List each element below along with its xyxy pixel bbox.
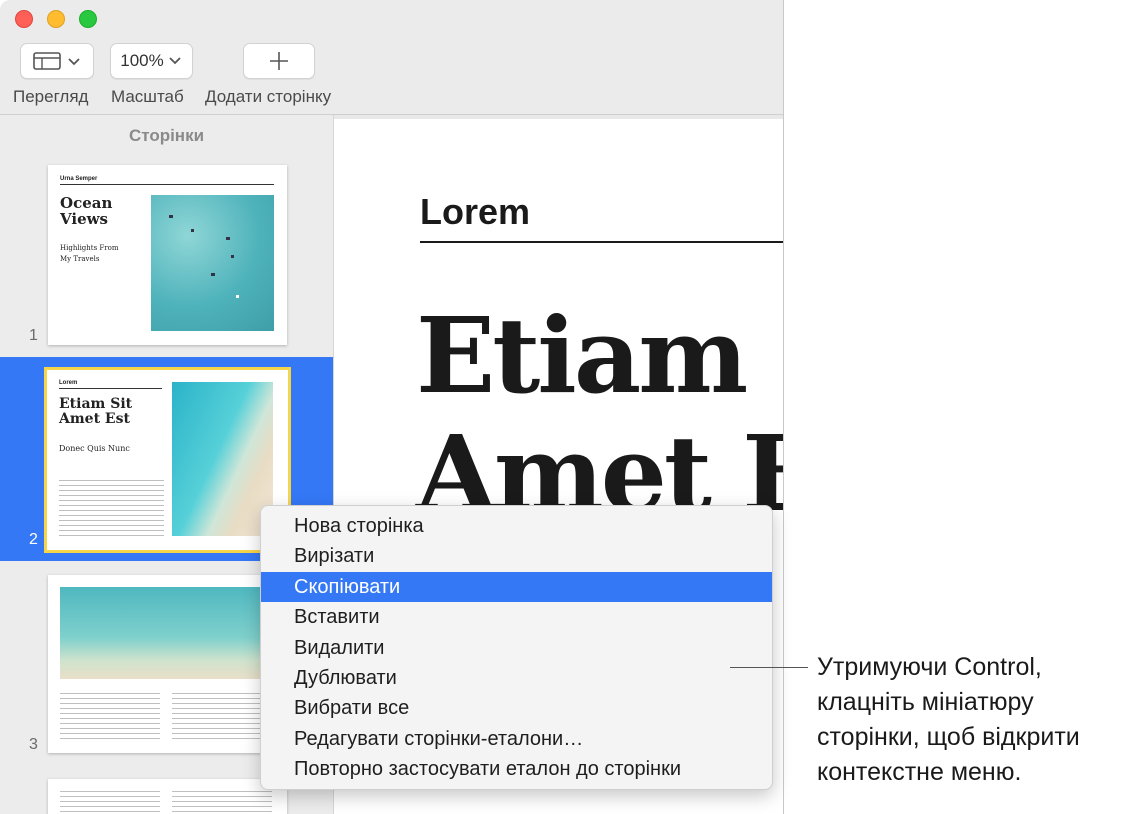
page-thumbnail-2[interactable]: Lorem Etiam Sit Amet Est Donec Quis Nunc — [44, 367, 291, 553]
zoom-label: Масштаб — [111, 87, 184, 106]
page-number: 2 — [29, 531, 38, 548]
thumb-kicker: Urna Semper — [60, 176, 98, 182]
thumb-body-text — [59, 480, 164, 538]
callout-line-2: клацніть мініатюру — [817, 688, 1034, 716]
coast-photo — [60, 587, 274, 679]
thumb-title: Ocean Views — [60, 194, 113, 228]
plus-icon — [270, 52, 288, 70]
callout-line — [730, 667, 808, 668]
thumb-title: Etiam Sit Amet Est — [59, 396, 133, 427]
toolbar: Перегляд 100% Масштаб Додати сторінку — [0, 0, 783, 115]
page-thumbnail-3[interactable] — [48, 575, 287, 753]
thumb-subtitle: Donec Quis Nunc — [59, 444, 130, 453]
callout-text: Утримуючи Control, клацніть мініатюру ст… — [817, 650, 1080, 790]
thumb-body-text-right — [172, 791, 272, 814]
ocean-photo — [151, 195, 274, 331]
chevron-down-icon — [169, 57, 181, 65]
zoom-button[interactable]: 100% — [110, 43, 193, 79]
thumb-body-text-left — [60, 693, 160, 743]
page-number: 3 — [29, 736, 38, 753]
thumb-kicker: Lorem — [59, 380, 78, 386]
sidebar-view-icon — [33, 52, 80, 70]
zoom-value: 100% — [120, 51, 164, 70]
callout-line-1: Утримуючи Control, — [817, 653, 1042, 681]
menu-item-duplicate[interactable]: Дублювати — [261, 663, 772, 693]
menu-item-reapply-master[interactable]: Повторно застосувати еталон до сторінки — [261, 754, 772, 784]
minimize-button[interactable] — [47, 10, 65, 28]
thumb-rule — [60, 184, 274, 185]
heading-rule — [420, 241, 783, 243]
close-button[interactable] — [15, 10, 33, 28]
menu-item-select-all[interactable]: Вибрати все — [261, 693, 772, 723]
thumb-body-text-left — [60, 791, 160, 814]
callout-line-4: контекстне меню. — [817, 758, 1022, 786]
thumb-rule — [59, 388, 162, 389]
view-button[interactable] — [20, 43, 94, 79]
menu-item-cut[interactable]: Вирізати — [261, 541, 772, 571]
menu-item-edit-master-pages[interactable]: Редагувати сторінки-еталони… — [261, 724, 772, 754]
page-number: 1 — [29, 327, 38, 344]
beach-photo — [172, 382, 273, 536]
menu-item-paste[interactable]: Вставити — [261, 602, 772, 632]
add-page-label: Додати сторінку — [205, 87, 332, 106]
thumb-body-text-right — [172, 693, 272, 743]
add-page-button[interactable] — [243, 43, 315, 79]
menu-item-new-page[interactable]: Нова сторінка — [261, 511, 772, 541]
menu-item-copy[interactable]: Скопіювати — [261, 571, 772, 603]
document-heading: Lorem — [420, 191, 531, 232]
view-label: Перегляд — [13, 87, 89, 106]
menu-item-delete[interactable]: Видалити — [261, 633, 772, 663]
thumb-subtitle: Highlights From My Travels — [60, 244, 119, 263]
callout-line-3: сторінки, щоб відкрити — [817, 723, 1080, 751]
page-thumbnail-4[interactable] — [48, 779, 287, 814]
context-menu: Нова сторінка Вирізати Скопіювати Встави… — [260, 505, 773, 790]
document-title-line-1: Etiam S — [416, 294, 783, 417]
zoom-window-button[interactable] — [79, 10, 97, 28]
document-title: Etiam S Amet E — [416, 294, 783, 533]
sidebar-title: Сторінки — [128, 126, 205, 145]
page-thumbnail-1[interactable]: Urna Semper Ocean Views Highlights From … — [48, 165, 287, 345]
